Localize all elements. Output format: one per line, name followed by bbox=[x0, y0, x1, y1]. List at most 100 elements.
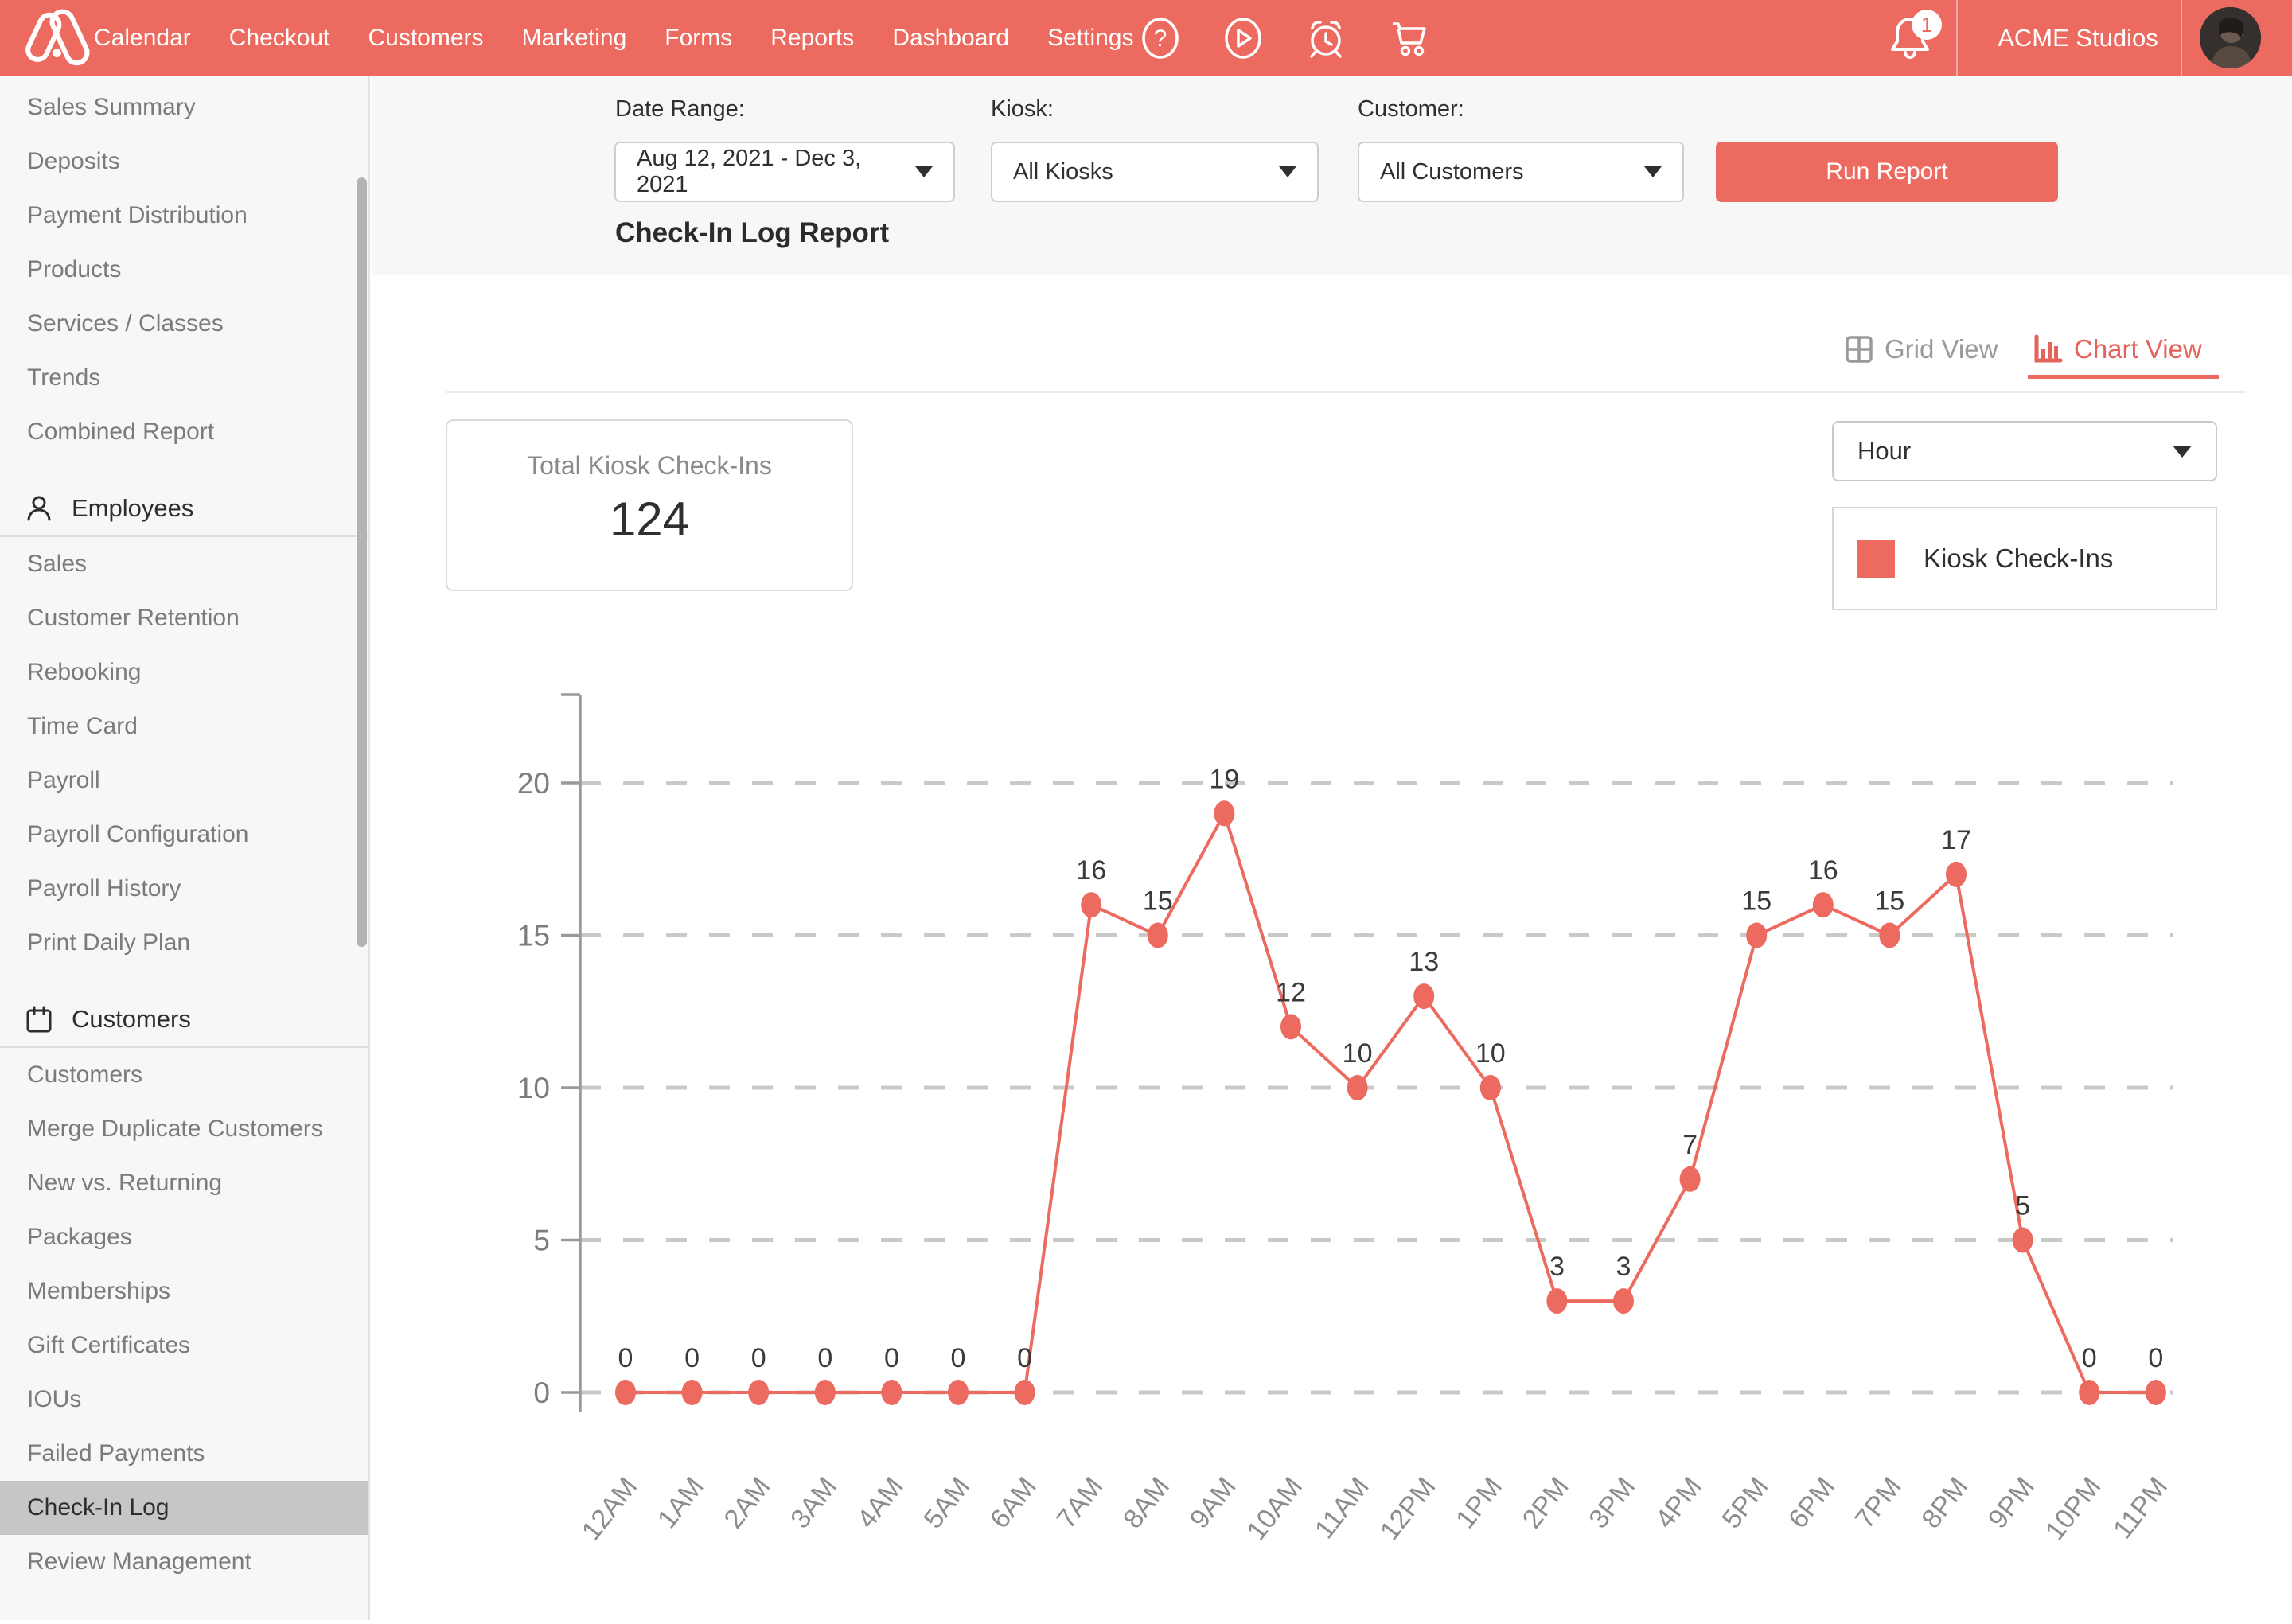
play-video-icon[interactable] bbox=[1222, 18, 1264, 59]
data-point[interactable] bbox=[2013, 1228, 2033, 1253]
data-point[interactable] bbox=[1879, 923, 1900, 948]
nav-menu: Calendar Checkout Customers Marketing Forms R… bbox=[94, 0, 1133, 76]
alarm-clock-icon[interactable] bbox=[1305, 18, 1347, 59]
sidebar-item-failed-payments[interactable]: Failed Payments bbox=[0, 1427, 368, 1481]
data-point[interactable] bbox=[815, 1380, 836, 1405]
x-tick-label: 3AM bbox=[785, 1472, 843, 1534]
customer-label: Customer: bbox=[1358, 96, 1464, 123]
tab-grid-view[interactable]: Grid View bbox=[1845, 334, 1998, 364]
x-tick-label: 1AM bbox=[652, 1472, 710, 1534]
sidebar-item-deposits[interactable]: Deposits bbox=[0, 134, 368, 189]
run-report-button[interactable]: Run Report bbox=[1716, 142, 2058, 202]
sidebar-item-gift-certificates[interactable]: Gift Certificates bbox=[0, 1318, 368, 1373]
data-point[interactable] bbox=[2079, 1380, 2099, 1405]
data-point-label: 0 bbox=[2082, 1343, 2097, 1373]
nav-item-settings[interactable]: Settings bbox=[1047, 25, 1133, 52]
x-tick-label: 5PM bbox=[1717, 1472, 1775, 1534]
notification-bell-icon[interactable]: 1 bbox=[1888, 14, 1943, 64]
sidebar-item-payroll-history[interactable]: Payroll History bbox=[0, 862, 368, 916]
customer-select[interactable]: All Customers bbox=[1358, 142, 1684, 202]
x-tick-label: 8AM bbox=[1117, 1472, 1175, 1534]
sidebar-item-sales[interactable]: Sales bbox=[0, 537, 368, 591]
data-point[interactable] bbox=[881, 1380, 902, 1405]
data-point[interactable] bbox=[1347, 1075, 1368, 1100]
data-point[interactable] bbox=[1413, 983, 1434, 1009]
x-tick-label: 3PM bbox=[1583, 1472, 1641, 1534]
data-point[interactable] bbox=[1148, 923, 1168, 948]
shopping-cart-icon[interactable] bbox=[1388, 18, 1429, 59]
data-point-label: 5 bbox=[2015, 1191, 2030, 1221]
content-divider bbox=[446, 391, 2246, 393]
nav-item-marketing[interactable]: Marketing bbox=[522, 25, 627, 52]
page-title: Check-In Log Report bbox=[615, 217, 889, 249]
data-point[interactable] bbox=[1813, 892, 1834, 917]
sidebar-item-memberships[interactable]: Memberships bbox=[0, 1264, 368, 1318]
data-point[interactable] bbox=[1546, 1288, 1567, 1314]
data-point[interactable] bbox=[1015, 1380, 1035, 1405]
sidebar-item-customers[interactable]: Customers bbox=[0, 1048, 368, 1102]
date-range-select[interactable]: Aug 12, 2021 - Dec 3, 2021 bbox=[614, 142, 955, 202]
data-point[interactable] bbox=[615, 1380, 636, 1405]
nav-item-customers[interactable]: Customers bbox=[368, 25, 484, 52]
y-tick-label: 15 bbox=[517, 920, 550, 952]
data-point[interactable] bbox=[1214, 800, 1234, 826]
sidebar-item-new-vs-returning[interactable]: New vs. Returning bbox=[0, 1156, 368, 1210]
sidebar-item-customer-retention[interactable]: Customer Retention bbox=[0, 591, 368, 645]
sidebar-item-payroll-configuration[interactable]: Payroll Configuration bbox=[0, 808, 368, 862]
data-point[interactable] bbox=[1613, 1288, 1634, 1314]
data-point[interactable] bbox=[1480, 1075, 1501, 1100]
sidebar-item-print-daily-plan[interactable]: Print Daily Plan bbox=[0, 916, 368, 970]
data-point[interactable] bbox=[1081, 892, 1101, 917]
nav-item-forms[interactable]: Forms bbox=[665, 25, 732, 52]
tab-chart-view[interactable]: Chart View bbox=[2033, 334, 2202, 364]
sidebar-item-combined-report[interactable]: Combined Report bbox=[0, 405, 368, 459]
data-point[interactable] bbox=[682, 1380, 703, 1405]
data-point[interactable] bbox=[948, 1380, 969, 1405]
sidebar-item-payment-distribution[interactable]: Payment Distribution bbox=[0, 189, 368, 243]
data-point[interactable] bbox=[748, 1380, 769, 1405]
sidebar-item-packages[interactable]: Packages bbox=[0, 1210, 368, 1264]
sidebar-item-rebooking[interactable]: Rebooking bbox=[0, 645, 368, 699]
sidebar-item-ious[interactable]: IOUs bbox=[0, 1373, 368, 1427]
nav-item-dashboard[interactable]: Dashboard bbox=[892, 25, 1009, 52]
sidebar-item-sales-summary[interactable]: Sales Summary bbox=[0, 80, 368, 134]
x-tick-label: 4PM bbox=[1650, 1472, 1708, 1534]
help-icon[interactable]: ? bbox=[1140, 18, 1181, 59]
data-point[interactable] bbox=[1680, 1166, 1701, 1192]
tab-grid-view-label: Grid View bbox=[1885, 334, 1998, 364]
interval-select[interactable]: Hour bbox=[1832, 421, 2217, 481]
sidebar-item-review-management[interactable]: Review Management bbox=[0, 1535, 368, 1589]
kiosk-select[interactable]: All Kiosks bbox=[991, 142, 1319, 202]
sidebar-item-time-card[interactable]: Time Card bbox=[0, 699, 368, 754]
x-tick-label: 2PM bbox=[1517, 1472, 1575, 1534]
data-point[interactable] bbox=[1746, 923, 1767, 948]
x-tick-label: 7AM bbox=[1051, 1472, 1109, 1534]
sidebar-scrollbar[interactable] bbox=[357, 177, 367, 947]
sidebar-item-merge-duplicate-customers[interactable]: Merge Duplicate Customers bbox=[0, 1102, 368, 1156]
sidebar-item-services-classes[interactable]: Services / Classes bbox=[0, 297, 368, 351]
y-tick-label: 5 bbox=[533, 1225, 550, 1257]
sidebar-section-label: Employees bbox=[72, 494, 193, 523]
avatar[interactable] bbox=[2200, 7, 2261, 68]
sidebar-item-check-in-log[interactable]: Check-In Log bbox=[0, 1481, 368, 1535]
x-tick-label: 4AM bbox=[852, 1472, 910, 1534]
data-point[interactable] bbox=[1946, 862, 1967, 887]
sidebar-item-trends[interactable]: Trends bbox=[0, 351, 368, 405]
vagaro-logo-icon[interactable] bbox=[18, 6, 94, 70]
data-point-label: 15 bbox=[1741, 886, 1772, 917]
nav-item-reports[interactable]: Reports bbox=[770, 25, 854, 52]
data-point-label: 19 bbox=[1209, 764, 1239, 794]
data-point-label: 13 bbox=[1409, 947, 1439, 977]
data-point[interactable] bbox=[1280, 1014, 1301, 1039]
sidebar-item-payroll[interactable]: Payroll bbox=[0, 754, 368, 808]
y-tick-label: 10 bbox=[517, 1072, 550, 1104]
data-point-label: 0 bbox=[684, 1343, 700, 1373]
business-name[interactable]: ACME Studios bbox=[1978, 0, 2177, 76]
kiosk-label: Kiosk: bbox=[991, 96, 1054, 123]
nav-item-checkout[interactable]: Checkout bbox=[229, 25, 330, 52]
sidebar-item-products[interactable]: Products bbox=[0, 243, 368, 297]
data-point-label: 10 bbox=[1475, 1038, 1506, 1069]
data-point[interactable] bbox=[2146, 1380, 2166, 1405]
nav-item-calendar[interactable]: Calendar bbox=[94, 25, 191, 52]
sidebar-section-employees: Employees bbox=[0, 481, 368, 537]
